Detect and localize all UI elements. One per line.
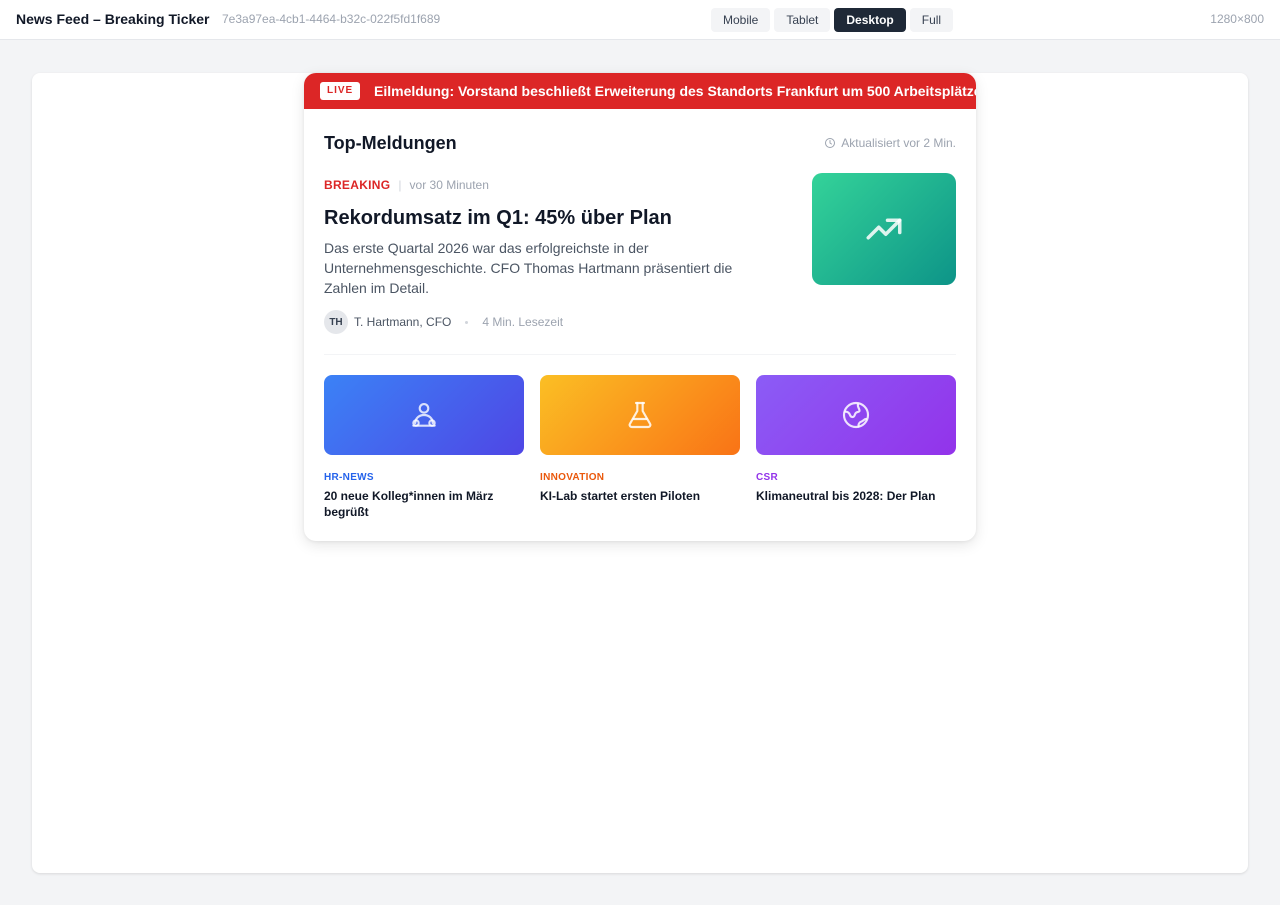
view-full-button[interactable]: Full <box>909 8 954 32</box>
story-image <box>756 375 956 455</box>
featured-time: vor 30 Minuten <box>409 178 489 192</box>
featured-meta: BREAKING | vor 30 Minuten <box>324 178 489 192</box>
read-time: 4 Min. Lesezeit <box>482 315 564 329</box>
view-mobile-button[interactable]: Mobile <box>711 8 771 32</box>
updated-info: Aktualisiert vor 2 Min. <box>824 136 956 150</box>
clock-icon <box>825 138 836 148</box>
viewport-switcher: Mobile Tablet Desktop Full <box>711 8 954 32</box>
story-card-hr[interactable]: HR-NEWS 20 neue Kolleg*innen im März beg… <box>324 375 524 520</box>
globe-icon <box>842 401 870 429</box>
story-title[interactable]: 20 neue Kolleg*innen im März begrüßt <box>324 488 524 520</box>
story-tag: CSR <box>756 472 779 483</box>
story-tag: INNOVATION <box>540 472 605 483</box>
divider <box>324 354 956 355</box>
meta-dot <box>465 320 469 324</box>
story-card-csr[interactable]: CSR Klimaneutral bis 2028: Der Plan <box>756 375 956 504</box>
featured-headline[interactable]: Rekordumsatz im Q1: 45% über Plan <box>324 207 672 230</box>
breaking-ticker[interactable]: LIVE Eilmeldung: Vorstand beschließt Erw… <box>304 73 976 109</box>
story-image <box>540 375 740 455</box>
view-desktop-button[interactable]: Desktop <box>834 8 906 32</box>
avatar: TH <box>324 310 348 334</box>
ticker-text[interactable]: Eilmeldung: Vorstand beschließt Erweiter… <box>374 83 976 99</box>
story-tag: HR-NEWS <box>324 472 374 483</box>
story-title[interactable]: Klimaneutral bis 2028: Der Plan <box>756 488 956 504</box>
section-title: Top-Meldungen <box>324 133 457 153</box>
featured-teaser: Das erste Quartal 2026 war das erfolgrei… <box>324 240 733 296</box>
story-image <box>324 375 524 455</box>
featured-image[interactable] <box>812 173 956 285</box>
viewport-size: 1280×800 <box>1210 12 1264 26</box>
view-tablet-button[interactable]: Tablet <box>774 8 831 32</box>
news-feed-card: LIVE Eilmeldung: Vorstand beschließt Erw… <box>304 73 976 541</box>
author-name: T. Hartmann, CFO <box>354 315 452 329</box>
meta-separator: | <box>398 178 402 192</box>
story-card-innovation[interactable]: INNOVATION KI-Lab startet ersten Piloten <box>540 375 740 504</box>
app-title: News Feed – Breaking Ticker <box>16 11 210 27</box>
preview-frame: LIVE Eilmeldung: Vorstand beschließt Erw… <box>32 73 1248 873</box>
breaking-tag: BREAKING <box>324 178 391 192</box>
updated-text: Aktualisiert vor 2 Min. <box>841 136 956 150</box>
trending-up-icon <box>866 218 902 240</box>
people-icon <box>412 402 436 427</box>
live-badge: LIVE <box>320 82 361 100</box>
story-title[interactable]: KI-Lab startet ersten Piloten <box>540 488 740 504</box>
featured-author-row: TH T. Hartmann, CFO 4 Min. Lesezeit <box>324 310 563 334</box>
app-id: 7e3a97ea-4cb1-4464-b32c-022f5fd1f689 <box>222 12 441 26</box>
top-toolbar: News Feed – Breaking Ticker 7e3a97ea-4cb… <box>0 0 1280 40</box>
flask-icon <box>628 401 652 429</box>
